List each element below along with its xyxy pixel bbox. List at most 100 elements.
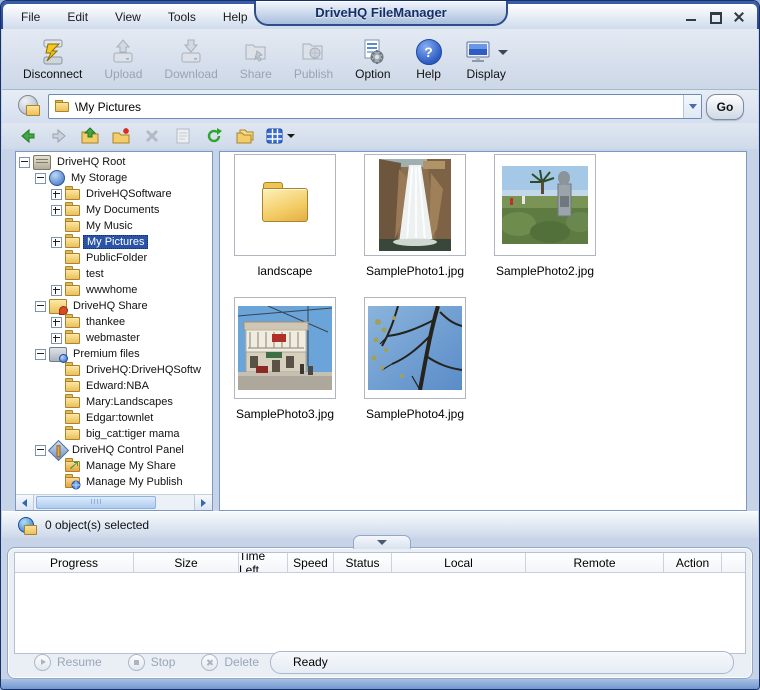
file-item-samplephoto3[interactable]: SamplePhoto3.jpg xyxy=(220,297,350,435)
menu-edit[interactable]: Edit xyxy=(67,10,88,24)
file-item-samplephoto1[interactable]: SamplePhoto1.jpg xyxy=(350,154,480,292)
photo-thumbnail[interactable] xyxy=(234,297,336,399)
disconnect-button[interactable]: Disconnect xyxy=(12,32,93,86)
disconnect-icon xyxy=(37,37,69,67)
folder-icon xyxy=(65,205,80,216)
transfer-panel-collapse-handle[interactable] xyxy=(353,535,411,549)
tree-item-my-pictures[interactable]: My Pictures xyxy=(16,234,212,250)
paste-icon[interactable] xyxy=(173,126,193,146)
expand-toggle[interactable] xyxy=(51,237,62,248)
view-mode-button[interactable] xyxy=(266,128,295,144)
stop-icon xyxy=(128,654,145,671)
menu-tools[interactable]: Tools xyxy=(168,10,196,24)
page-title: DriveHQ FileManager xyxy=(315,5,447,20)
tree-item-drivehq-control-panel[interactable]: DriveHQ Control Panel xyxy=(16,442,212,458)
option-button[interactable]: Option xyxy=(344,32,401,86)
expand-toggle[interactable] xyxy=(51,333,62,344)
tree-item-premium-files[interactable]: Premium files xyxy=(16,346,212,362)
file-item-landscape[interactable]: landscape xyxy=(220,154,350,292)
collapse-toggle[interactable] xyxy=(19,157,30,168)
scroll-right-icon[interactable] xyxy=(194,495,212,510)
collapse-toggle[interactable] xyxy=(35,445,46,456)
display-dropdown-icon[interactable] xyxy=(498,50,508,55)
tree-item-drivehq-root[interactable]: DriveHQ Root xyxy=(16,154,212,170)
tree-item-big-cat-tiger-mama[interactable]: big_cat:tiger mama xyxy=(16,426,212,442)
column-status[interactable]: Status xyxy=(334,553,392,572)
menu-view[interactable]: View xyxy=(115,10,141,24)
expand-toggle[interactable] xyxy=(51,189,62,200)
scrollbar-thumb[interactable] xyxy=(36,496,156,509)
tree-item-my-music[interactable]: My Music xyxy=(16,218,212,234)
stop-button[interactable]: Stop xyxy=(128,654,176,671)
go-button[interactable]: Go xyxy=(706,94,744,120)
tree-item-drivehq-drivehqsoftware[interactable]: DriveHQ:DriveHQSoftw xyxy=(16,362,212,378)
file-item-samplephoto2[interactable]: SamplePhoto2.jpg xyxy=(480,154,610,292)
tree-item-drivehq-share[interactable]: DriveHQ Share xyxy=(16,298,212,314)
collapse-toggle[interactable] xyxy=(35,301,46,312)
tree-item-edgar-townlet[interactable]: Edgar:townlet xyxy=(16,410,212,426)
building-photo xyxy=(238,306,332,390)
navigation-toolbar xyxy=(2,123,758,149)
close-icon[interactable] xyxy=(733,11,745,23)
path-combobox[interactable]: \My Pictures xyxy=(48,94,702,119)
file-item-samplephoto4[interactable]: SamplePhoto4.jpg xyxy=(350,297,480,435)
photo-thumbnail[interactable] xyxy=(364,154,466,256)
forward-icon[interactable] xyxy=(49,126,69,146)
tree-item-publicfolder[interactable]: PublicFolder xyxy=(16,250,212,266)
app-window: File Edit View Tools Help DriveHQ FileMa… xyxy=(0,0,760,690)
menu-file[interactable]: File xyxy=(21,10,40,24)
tree-item-edward-nba[interactable]: Edward:NBA xyxy=(16,378,212,394)
refresh-icon[interactable] xyxy=(204,126,224,146)
folder-icon xyxy=(65,317,80,328)
photo-thumbnail[interactable] xyxy=(494,154,596,256)
resume-button[interactable]: Resume xyxy=(34,654,102,671)
tree-item-manage-my-publish[interactable]: Manage My Publish xyxy=(16,474,212,490)
back-icon[interactable] xyxy=(18,126,38,146)
tree-item-manage-my-share[interactable]: Manage My Share xyxy=(16,458,212,474)
column-size[interactable]: Size xyxy=(134,553,239,572)
tree-item-test[interactable]: test xyxy=(16,266,212,282)
tree-item-thankee[interactable]: thankee xyxy=(16,314,212,330)
download-button[interactable]: Download xyxy=(153,32,228,86)
tree-item-webmaster[interactable]: webmaster xyxy=(16,330,212,346)
new-folder-icon[interactable] xyxy=(111,126,131,146)
tree-item-drivehqsoftware[interactable]: DriveHQSoftware xyxy=(16,186,212,202)
expand-toggle[interactable] xyxy=(51,317,62,328)
waterfall-photo xyxy=(379,159,451,251)
maximize-icon[interactable] xyxy=(709,11,721,23)
scroll-left-icon[interactable] xyxy=(16,495,34,510)
tree-item-my-storage[interactable]: My Storage xyxy=(16,170,212,186)
column-progress[interactable]: Progress xyxy=(15,553,134,572)
combo-dropdown-icon[interactable] xyxy=(683,95,701,118)
column-action[interactable]: Action xyxy=(664,553,722,572)
collapse-toggle[interactable] xyxy=(35,349,46,360)
minimize-icon[interactable] xyxy=(685,11,697,23)
column-speed[interactable]: Speed xyxy=(288,553,334,572)
publish-button[interactable]: Publish xyxy=(283,32,344,86)
folder-thumbnail[interactable] xyxy=(234,154,336,256)
menu-help[interactable]: Help xyxy=(223,10,248,24)
collapse-toggle[interactable] xyxy=(35,173,46,184)
view-dropdown-icon[interactable] xyxy=(287,134,295,138)
column-time-left[interactable]: Time Left xyxy=(239,553,288,572)
folder-icon xyxy=(262,188,308,222)
expand-toggle[interactable] xyxy=(51,205,62,216)
delete-icon[interactable] xyxy=(142,126,162,146)
share-button[interactable]: Share xyxy=(229,32,283,86)
delete-button[interactable]: Delete xyxy=(201,654,259,671)
up-folder-icon[interactable] xyxy=(80,126,100,146)
column-remote[interactable]: Remote xyxy=(526,553,664,572)
display-button[interactable]: Display xyxy=(456,32,517,86)
tree-item-my-documents[interactable]: My Documents xyxy=(16,202,212,218)
download-icon xyxy=(175,37,207,67)
help-button[interactable]: ? Help xyxy=(402,32,456,86)
tree-item-wwwhome[interactable]: wwwhome xyxy=(16,282,212,298)
expand-toggle[interactable] xyxy=(51,285,62,296)
tree-item-mary-landscapes[interactable]: Mary:Landscapes xyxy=(16,394,212,410)
folder-icon xyxy=(65,381,80,392)
copy-folder-icon[interactable] xyxy=(235,126,255,146)
photo-thumbnail[interactable] xyxy=(364,297,466,399)
column-local[interactable]: Local xyxy=(392,553,526,572)
tree-horizontal-scrollbar[interactable] xyxy=(16,494,212,510)
upload-button[interactable]: Upload xyxy=(93,32,153,86)
